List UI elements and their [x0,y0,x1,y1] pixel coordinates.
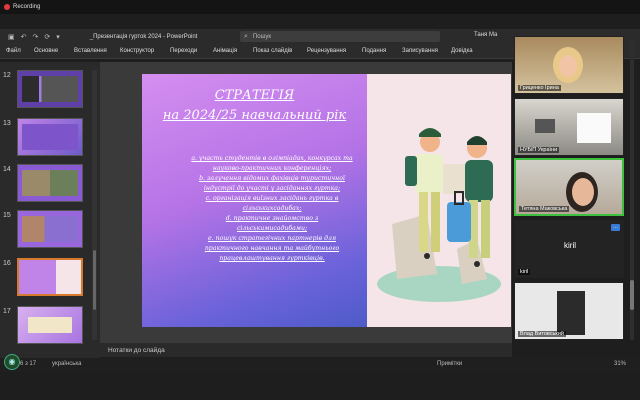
slide-thumbnail-16[interactable] [17,258,83,296]
slide-counter: 6 з 17 [20,361,37,367]
status-bar: 6 з 17 українська Примітки 31% [0,358,640,372]
slide-thumbnail-14[interactable] [17,164,83,202]
zoom-level[interactable]: 31% [614,361,626,367]
save-icon[interactable]: ▣ [8,33,15,41]
meeting-control-icon[interactable]: ◉ [4,354,20,370]
video-participants-panel: Гриценко Ірина НУБіП України Тетяна Мако… [514,30,624,340]
participant-name: Гриценко Ірина [518,85,561,91]
list-item: сільськимисадибами; [236,225,308,232]
participant-tile[interactable]: НУБіП України [514,98,624,156]
participant-tile[interactable]: Влад Витовський [514,282,624,340]
participant-placeholder-name: kiril [564,241,576,250]
thumb-number: 13 [3,120,11,127]
participant-name: Влад Витовський [518,331,566,337]
tab-view[interactable]: Подання [362,48,386,54]
scroll-thumb[interactable] [630,280,634,310]
participant-face [559,55,577,77]
participant-name: Тетяна Маковська [519,206,570,212]
tab-animations[interactable]: Анімація [213,48,237,54]
list-item: c. організація виїзних засідань гуртка в [205,195,339,202]
slide-left-panel: СТРАТЕГІЯ на 2024/25 навчальний рік a. у… [142,74,367,327]
thumb-number: 12 [3,72,11,79]
thumb-number: 16 [3,260,11,267]
slide-thumbnail-12[interactable] [17,70,83,108]
thumb-number: 14 [3,166,11,173]
tab-review[interactable]: Рецензування [307,48,346,54]
tab-slideshow[interactable]: Показ слайдів [253,48,292,54]
slide-thumbnail-panel: 12 13 14 15 16 17 [0,62,100,358]
scroll-thumb[interactable] [93,250,96,310]
list-item: b. залучення відомих фахівців туристично… [199,175,345,182]
slide-thumbnail-17[interactable] [17,306,83,344]
list-item: практичного навчання та майбутнього [204,245,340,252]
participant-face [572,178,594,206]
participant-tile-active-speaker[interactable]: Тетяна Маковська [514,158,624,216]
slide-subtitle: на 2024/25 навчальний рік [162,108,347,123]
participant-name: kiril [518,269,531,275]
document-title: _Презентація гуртоk 2024 - PowerPoint [89,33,198,40]
thumb-number: 17 [3,308,11,315]
slide[interactable]: СТРАТЕГІЯ на 2024/25 навчальний рік a. у… [142,74,511,327]
search-placeholder: Пошук [252,33,272,40]
slide-thumbnail-15[interactable] [17,210,83,248]
list-item: a. участь студентів в олімпіадах, конкур… [191,155,353,162]
participant-tile[interactable]: … kiril kiril [514,220,624,278]
participant-video [557,291,585,335]
participant-tile[interactable]: Гриценко Ірина [514,36,624,94]
slide-title: СТРАТЕГІЯ [214,88,295,103]
recording-label: Recording [13,4,41,10]
tab-file[interactable]: Файл [6,48,21,54]
list-item: індустрії до участі у засіданнях гуртка; [203,185,341,192]
participant-video [577,113,611,143]
tab-recording[interactable]: Записування [402,48,438,54]
slide-right-panel [367,74,511,327]
notes-button[interactable]: Примітки [437,361,462,367]
quick-access-toolbar: ▣ ↶ ↷ ⟳ ▾ [8,33,60,41]
screen: Recording ▣ ↶ ↷ ⟳ ▾ _Презентація гуртоk … [0,0,640,400]
undo-icon[interactable]: ↶ [21,33,27,41]
notes-label: Нотатки до слайда [108,347,165,354]
notes-pane[interactable]: Нотатки до слайда [100,342,512,357]
list-item: e. пошук стратегічних партнерів для [207,235,337,242]
thumbnail-scrollbar[interactable] [92,70,97,340]
refresh-icon[interactable]: ⟳ [44,33,50,41]
participant-video [535,119,555,133]
redo-icon[interactable]: ↷ [33,33,39,41]
participants-scrollbar[interactable] [630,40,634,340]
more-options-icon[interactable]: … [611,224,620,231]
user-name[interactable]: Таня Ма [474,32,497,38]
participant-name: НУБіП України [518,147,560,153]
tab-home[interactable]: Основне [34,48,58,54]
thumb-number: 15 [3,212,11,219]
tab-insert[interactable]: Вставлення [74,48,107,54]
list-item: сільськихсадибах; [242,205,302,212]
strategy-list: a. участь студентів в олімпіадах, конкур… [182,154,362,264]
recording-bar: Recording [0,0,640,14]
tab-design[interactable]: Конструктор [120,48,154,54]
search-icon: ⌕ [244,32,248,40]
tab-transitions[interactable]: Переходи [170,48,197,54]
tab-help[interactable]: Довідка [451,48,473,54]
list-item: d. практичне знайомство з [225,215,319,222]
slide-thumbnail-13[interactable] [17,118,83,156]
more-icon[interactable]: ▾ [56,33,60,41]
list-item: працевлаштування гуртківців. [219,255,325,262]
list-item: науково-практичних конференціях; [212,165,332,172]
search-input[interactable]: ⌕ Пошук [240,31,440,42]
recording-dot-icon [4,4,10,10]
language-indicator[interactable]: українська [52,361,82,367]
travelers-illustration [377,128,501,302]
